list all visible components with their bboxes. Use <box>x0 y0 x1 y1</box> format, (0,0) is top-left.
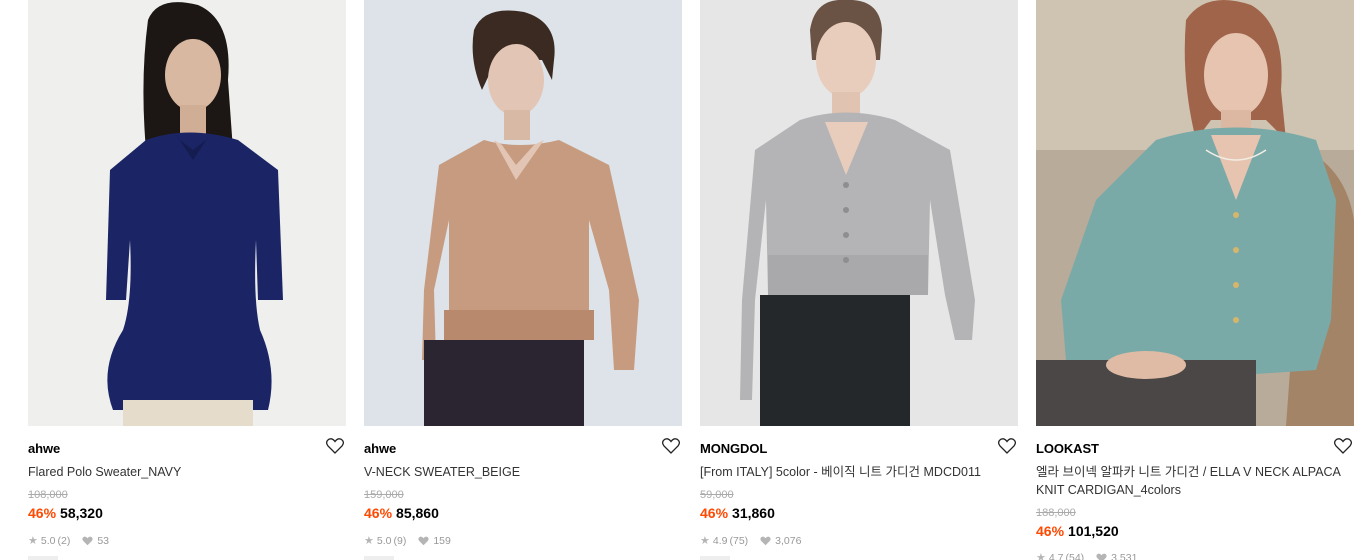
review-meta: ★ 4.9 (75) 3,076 <box>700 534 802 548</box>
sale-price: 31,860 <box>732 505 775 521</box>
sale-price: 85,860 <box>396 505 439 521</box>
product-card[interactable]: MONGDOL [From ITALY] 5color - 베이직 니트 가디건… <box>700 0 1018 560</box>
review-count: (2) <box>57 534 71 547</box>
brand-name[interactable]: ahwe <box>364 441 396 456</box>
product-name[interactable]: Flared Polo Sweater_NAVY <box>28 463 346 481</box>
rating-value: 4.9 <box>712 534 728 547</box>
review-meta: ★ 5.0 (2) 53 <box>28 534 110 548</box>
like-count: 3,076 <box>775 534 802 547</box>
like-count: 53 <box>97 534 110 547</box>
product-name[interactable]: 엘라 브이넥 알파카 니트 가디건 / ELLA V NECK ALPACA K… <box>1036 463 1354 499</box>
like-heart-icon <box>1096 553 1107 560</box>
star-icon: ★ <box>700 535 710 547</box>
wishlist-heart-icon[interactable] <box>662 438 680 454</box>
product-image[interactable] <box>1036 0 1354 426</box>
brand-name[interactable]: ahwe <box>28 441 60 456</box>
review-meta: ★ 4.7 (54) 3,531 <box>1036 551 1137 560</box>
sale-price: 101,520 <box>1068 523 1119 539</box>
original-price: 108,000 <box>28 489 68 501</box>
like-heart-icon <box>418 536 429 546</box>
wishlist-heart-icon[interactable] <box>1334 438 1352 454</box>
review-count: (75) <box>729 534 749 547</box>
price-row: 46% 101,520 <box>1036 523 1119 539</box>
star-icon: ★ <box>1036 552 1046 560</box>
discount-rate: 46% <box>700 505 729 521</box>
original-price: 188,000 <box>1036 507 1076 519</box>
product-image[interactable] <box>700 0 1018 426</box>
product-card[interactable]: LOOKAST 엘라 브이넥 알파카 니트 가디건 / ELLA V NECK … <box>1036 0 1354 560</box>
brand-name[interactable]: MONGDOL <box>700 441 767 456</box>
original-price: 159,000 <box>364 489 404 501</box>
product-image[interactable] <box>364 0 682 426</box>
like-count: 159 <box>433 534 451 547</box>
discount-rate: 46% <box>28 505 57 521</box>
discount-rate: 46% <box>1036 523 1065 539</box>
product-grid: ahwe Flared Polo Sweater_NAVY 108,000 46… <box>28 0 1354 560</box>
review-meta: ★ 5.0 (9) 159 <box>364 534 451 548</box>
star-icon: ★ <box>364 535 374 547</box>
wishlist-heart-icon[interactable] <box>998 438 1016 454</box>
rating-value: 5.0 <box>40 534 56 547</box>
product-tag <box>364 556 394 560</box>
product-tag <box>700 556 730 560</box>
star-icon: ★ <box>28 535 38 547</box>
product-name[interactable]: [From ITALY] 5color - 베이직 니트 가디건 MDCD011 <box>700 463 1018 481</box>
sale-price: 58,320 <box>60 505 103 521</box>
rating-value: 4.7 <box>1048 551 1064 560</box>
product-card[interactable]: ahwe V-NECK SWEATER_BEIGE 159,000 46% 85,… <box>364 0 682 560</box>
product-card[interactable]: ahwe Flared Polo Sweater_NAVY 108,000 46… <box>28 0 346 560</box>
review-count: (9) <box>393 534 407 547</box>
rating-value: 5.0 <box>376 534 392 547</box>
like-heart-icon <box>82 536 93 546</box>
product-image[interactable] <box>28 0 346 426</box>
like-heart-icon <box>760 536 771 546</box>
brand-name[interactable]: LOOKAST <box>1036 441 1099 456</box>
like-count: 3,531 <box>1111 551 1138 560</box>
product-name[interactable]: V-NECK SWEATER_BEIGE <box>364 463 682 481</box>
price-row: 46% 31,860 <box>700 505 775 521</box>
discount-rate: 46% <box>364 505 393 521</box>
product-tag <box>28 556 58 560</box>
review-count: (54) <box>1065 551 1085 560</box>
original-price: 59,000 <box>700 489 734 501</box>
price-row: 46% 85,860 <box>364 505 439 521</box>
wishlist-heart-icon[interactable] <box>326 438 344 454</box>
price-row: 46% 58,320 <box>28 505 103 521</box>
